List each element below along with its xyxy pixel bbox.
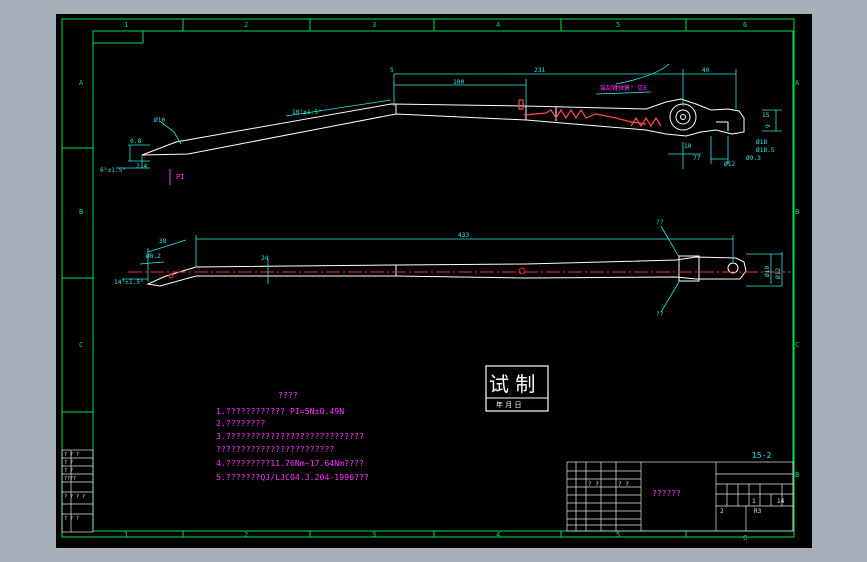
row-label: B xyxy=(795,471,799,479)
dim-label: Ø12 xyxy=(774,268,782,279)
col-label: 4 xyxy=(496,21,500,29)
dim-label: 24 xyxy=(261,255,269,262)
spring-callout: 装刮臂弹簧" 见E xyxy=(600,84,647,92)
dim-label: 15 xyxy=(762,112,770,119)
drawing-scale: R3 xyxy=(754,508,762,515)
dim-label: Ø9.3 xyxy=(746,154,761,162)
pivot-hole xyxy=(518,267,526,275)
col-label: 1 xyxy=(124,21,128,29)
dim-label: ?? xyxy=(656,219,664,226)
note-line: 2.???????? xyxy=(216,418,265,428)
col-label: 2 xyxy=(244,21,248,29)
dim-label: 6°±1.5° xyxy=(100,166,126,174)
dim-label: 10°±1.5° xyxy=(292,108,322,116)
title-cell: ? ? xyxy=(588,481,599,488)
drawing-name: ?????? xyxy=(652,489,681,498)
col-label: 1 xyxy=(124,531,128,539)
dim-label: Ø10 xyxy=(763,266,771,277)
dim-label: 77 xyxy=(693,155,701,162)
dim-label: 5 xyxy=(390,67,394,74)
note-line: 4.?????????11.76Nm~17.64Nm???? xyxy=(216,458,364,468)
col-label: 6 xyxy=(743,21,747,29)
dim-label: 231 xyxy=(534,67,545,74)
left-block-cell: ? ? ? ? xyxy=(64,494,85,500)
row-label: C xyxy=(79,341,83,349)
dim-label: Ø10 xyxy=(154,116,165,124)
dim-label: Ø18.5 xyxy=(756,146,775,154)
col-label: 3 xyxy=(372,531,376,539)
side-outline xyxy=(146,255,747,287)
note-line: 5.???????QJ/LJC04.3.204-1996??? xyxy=(216,472,369,482)
left-block-cell: ???? xyxy=(64,476,76,482)
row-label: C xyxy=(795,341,799,349)
revision: 2 xyxy=(720,508,724,515)
row-label: A xyxy=(795,79,800,87)
dim-label: Ø18 xyxy=(756,138,767,146)
dim-label: 40 xyxy=(702,67,710,74)
spring xyxy=(518,99,662,128)
stamp-text: 试 制 xyxy=(489,372,535,396)
left-block-cell: ? ? xyxy=(64,468,73,474)
col-label: 3 xyxy=(372,21,376,29)
note-line: 3.???????????????????????????? xyxy=(216,431,364,441)
dim-label: 14°±1.5° xyxy=(114,278,144,286)
dim-label: 2.4 xyxy=(136,163,147,170)
dim-label: 9 xyxy=(765,124,772,128)
notes-title: ???? xyxy=(278,390,298,400)
dim-label: 38 xyxy=(159,238,167,245)
plane-marker: PI xyxy=(176,173,184,181)
row-label: A xyxy=(79,79,84,87)
note-line: ???????????????????????? xyxy=(216,444,334,454)
top-dim-labels: 5 100 231 40 15 9 10 77 Ø12 Ø18 Ø18.5 Ø9… xyxy=(100,67,775,174)
trial-stamp: 试 制 年 月 日 xyxy=(485,365,549,412)
col-label: 5 xyxy=(616,531,620,539)
sheet-number: 1 xyxy=(752,498,756,505)
row-label: B xyxy=(79,208,83,216)
title-cell: ? ? xyxy=(618,481,629,488)
sheet-total: 14 xyxy=(777,498,785,505)
left-block-cell: ? ? ? xyxy=(64,452,79,458)
side-view: 433 38 Ø8.2 24 Ø10 Ø12 14°±1.5° ?? ?? xyxy=(114,219,791,318)
col-label: 4 xyxy=(496,531,500,539)
top-view: 5 100 231 40 15 9 10 77 Ø12 Ø18 Ø18.5 Ø9… xyxy=(100,63,782,185)
side-dimensions xyxy=(122,225,783,313)
left-block: ? ? ? ? ? ? ? ???? ? ? ? ? ? ? ? xyxy=(61,449,94,533)
cad-drawing: 1 2 3 4 5 6 1 2 3 4 5 6 A B C A B C B 5 … xyxy=(61,18,800,542)
col-label: 2 xyxy=(244,531,248,539)
stamp-date: 年 月 日 xyxy=(496,400,521,409)
note-line: 1.???????????? PI=5N±0.49N xyxy=(216,406,344,416)
side-dim-labels: 433 38 Ø8.2 24 Ø10 Ø12 14°±1.5° ?? ?? xyxy=(114,219,782,318)
dim-label: 100 xyxy=(453,79,464,86)
drawing-sheet: 1 2 3 4 5 6 1 2 3 4 5 6 A B C A B C B 5 … xyxy=(56,14,812,548)
dim-label: 0.8 xyxy=(130,138,141,145)
title-block: ? ? ? ? ?????? 15-2 1 14 R3 2 xyxy=(566,451,794,532)
left-block-cell: ? ? ? xyxy=(64,516,79,522)
arm-outline xyxy=(141,98,745,156)
drawing-code: 15-2 xyxy=(752,451,771,460)
dim-label: ?? xyxy=(656,311,664,318)
left-block-cell: ? ? xyxy=(64,460,73,466)
dim-label: Ø12 xyxy=(724,160,735,168)
dim-label: Ø8.2 xyxy=(146,252,161,260)
col-label: 5 xyxy=(616,21,620,29)
dim-label: 10 xyxy=(684,143,692,150)
col-label: 6 xyxy=(743,534,747,542)
row-label: B xyxy=(795,208,799,216)
technical-notes: ???? 1.???????????? PI=5N±0.49N 2.??????… xyxy=(216,390,369,482)
dim-label: 433 xyxy=(458,232,469,239)
